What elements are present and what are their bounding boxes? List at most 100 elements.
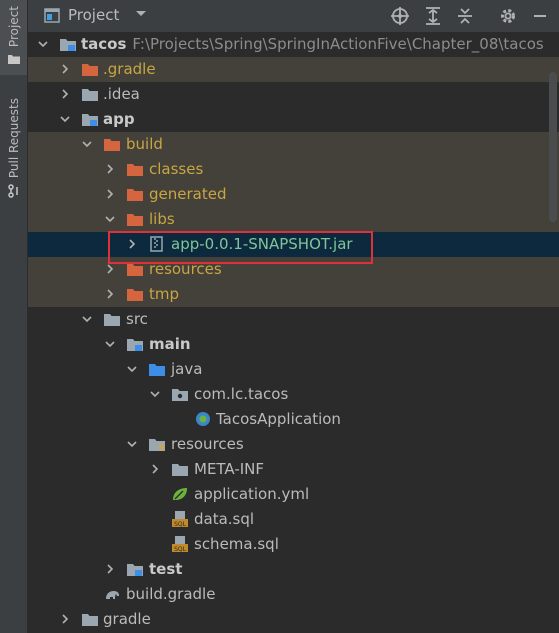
tree-item-label: classes [149, 160, 204, 178]
chevron-right-icon[interactable] [104, 263, 116, 275]
chevron-down-icon[interactable] [126, 363, 138, 375]
spring-boot-class-icon [196, 412, 210, 426]
tree-row-application-yml[interactable]: application.yml [28, 482, 559, 507]
tree-row-test[interactable]: test [28, 557, 559, 582]
tree-item-label: .idea [103, 85, 140, 103]
chevron-down-icon[interactable] [126, 438, 138, 450]
chevron-right-icon[interactable] [149, 463, 161, 475]
chevron-right-icon[interactable] [104, 288, 116, 300]
tree-item-label: application.yml [194, 485, 310, 503]
chevron-right-icon[interactable] [104, 563, 116, 575]
tree-item-label: .gradle [103, 60, 156, 78]
chevron-down-icon[interactable] [37, 38, 49, 50]
project-tree: tacos F:\Projects\Spring\SpringInActionFi… [28, 32, 559, 633]
excluded-folder-icon [127, 164, 143, 176]
tree-item-label: resources [171, 435, 244, 453]
tree-row-idea[interactable]: .idea [28, 82, 559, 107]
chevron-right-icon[interactable] [59, 63, 71, 75]
tree-item-label: app [103, 110, 135, 128]
tree-row-generated[interactable]: generated [28, 182, 559, 207]
tree-item-label: schema.sql [194, 535, 279, 553]
folder-icon [82, 614, 98, 626]
tree-row-main[interactable]: main [28, 332, 559, 357]
tree-row-build-resources[interactable]: resources [28, 257, 559, 282]
tree-row-src-resources[interactable]: resources [28, 432, 559, 457]
package-icon [172, 389, 188, 401]
svg-text:SQL: SQL [174, 521, 187, 527]
tree-row-app[interactable]: app [28, 107, 559, 132]
settings-gear-icon[interactable] [498, 6, 518, 26]
gradle-elephant-icon [106, 591, 119, 599]
excluded-folder-icon [127, 264, 143, 276]
tree-item-label: test [149, 560, 183, 578]
locate-file-icon[interactable] [390, 6, 410, 26]
tree-item-label: resources [149, 260, 222, 278]
tree-row-data-sql[interactable]: SQL data.sql [28, 507, 559, 532]
tree-row-jar[interactable]: app-0.0.1-SNAPSHOT.jar [28, 232, 559, 257]
tree-row-build[interactable]: build [28, 132, 559, 157]
tree-row-tmp[interactable]: tmp [28, 282, 559, 307]
tree-item-label: build [126, 135, 163, 153]
chevron-right-icon[interactable] [59, 613, 71, 625]
vertical-scrollbar[interactable] [549, 72, 557, 222]
chevron-right-icon[interactable] [59, 88, 71, 100]
sql-file-icon: SQL [172, 536, 188, 552]
tree-row-tacos-application[interactable]: TacosApplication [28, 407, 559, 432]
chevron-down-icon[interactable] [81, 138, 93, 150]
pull-requests-tool-tab[interactable]: Pull Requests [0, 92, 27, 207]
project-tool-tab-label: Project [6, 6, 21, 48]
view-mode-dropdown-icon[interactable] [135, 10, 147, 18]
expand-all-icon[interactable] [423, 6, 443, 26]
pull-request-icon [7, 184, 18, 198]
root-project-name: tacos [81, 35, 127, 53]
module-folder-icon [60, 39, 76, 51]
root-project-label: tacos F:\Projects\Spring\SpringInActionFi… [81, 34, 544, 54]
tree-item-label: build.gradle [126, 585, 216, 603]
tree-row-tacos[interactable]: tacos F:\Projects\Spring\SpringInActionFi… [28, 32, 559, 57]
tree-item-label: com.lc.tacos [194, 385, 289, 403]
module-folder-icon [127, 564, 143, 576]
excluded-folder-icon [127, 289, 143, 301]
chevron-right-icon[interactable] [104, 163, 116, 175]
tree-row-gradle[interactable]: gradle [28, 607, 559, 632]
jar-archive-icon [150, 236, 163, 252]
tree-item-label: tmp [149, 285, 180, 303]
tree-row-libs[interactable]: libs [28, 207, 559, 232]
spring-yaml-icon [173, 488, 187, 500]
chevron-down-icon[interactable] [59, 113, 71, 125]
tree-item-label: TacosApplication [216, 410, 341, 428]
tree-item-label: META-INF [194, 460, 265, 478]
module-folder-icon [82, 114, 98, 126]
tree-item-label: app-0.0.1-SNAPSHOT.jar [171, 235, 353, 253]
folder-icon [104, 314, 120, 326]
chevron-down-icon[interactable] [104, 338, 116, 350]
folder-icon [82, 89, 98, 101]
collapse-all-icon[interactable] [455, 6, 475, 26]
project-window-icon [44, 8, 60, 23]
tree-item-label: data.sql [194, 510, 255, 528]
tree-item-label: java [171, 360, 203, 378]
hide-panel-icon[interactable] [530, 6, 550, 26]
project-view-title[interactable]: Project [68, 6, 119, 24]
tree-row-gradle-dir[interactable]: .gradle [28, 57, 559, 82]
tree-row-src[interactable]: src [28, 307, 559, 332]
tree-item-label: src [126, 310, 148, 328]
folder-icon [7, 55, 20, 65]
chevron-right-icon[interactable] [126, 238, 138, 250]
chevron-down-icon[interactable] [104, 213, 116, 225]
tree-row-classes[interactable]: classes [28, 157, 559, 182]
chevron-right-icon[interactable] [104, 188, 116, 200]
tree-row-meta-inf[interactable]: META-INF [28, 457, 559, 482]
project-tool-tab[interactable]: Project [0, 0, 27, 75]
tree-item-label: libs [149, 210, 175, 228]
tree-item-label: gradle [103, 610, 151, 628]
tree-item-label: generated [149, 185, 227, 203]
project-view-header: Project [28, 0, 559, 33]
chevron-down-icon[interactable] [81, 313, 93, 325]
tree-row-schema-sql[interactable]: SQL schema.sql [28, 532, 559, 557]
excluded-folder-icon [127, 214, 143, 226]
chevron-down-icon[interactable] [149, 388, 161, 400]
tree-row-package[interactable]: com.lc.tacos [28, 382, 559, 407]
tree-row-java[interactable]: java [28, 357, 559, 382]
tree-row-build-gradle[interactable]: build.gradle [28, 582, 559, 607]
